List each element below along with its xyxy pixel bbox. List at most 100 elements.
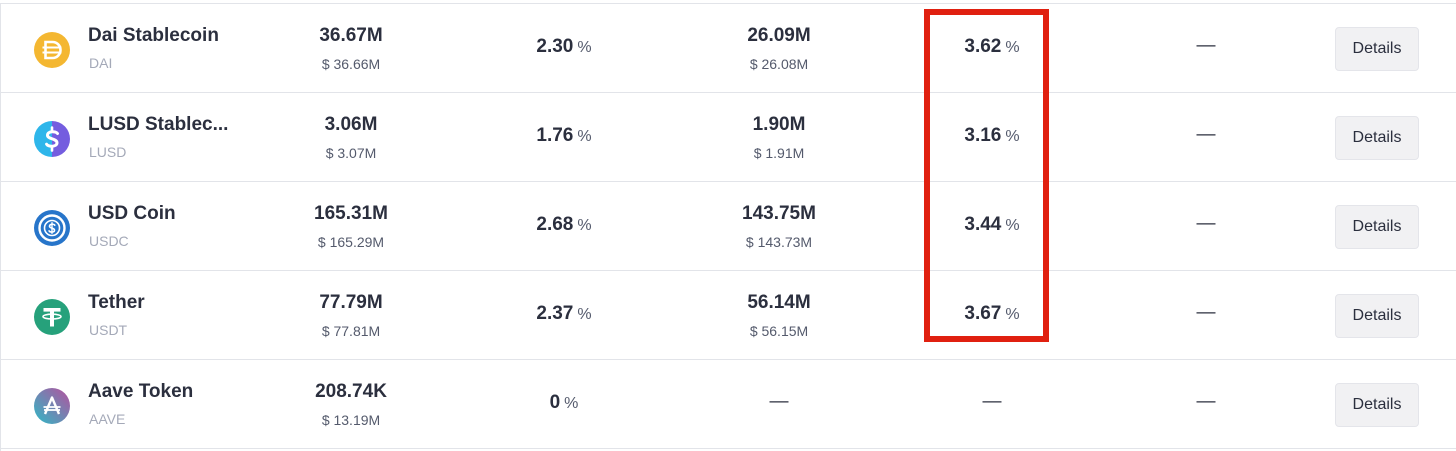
total-borrowed-cell: — (699, 360, 859, 449)
stable-apy: — (1196, 124, 1216, 145)
asset-symbol: AAVE (89, 411, 126, 427)
total-supplied-usd: $ 36.66M (321, 56, 381, 72)
total-borrowed-cell: 26.09M $ 26.08M (699, 4, 859, 93)
stable-apy-cell: — (1126, 4, 1286, 93)
percent-sign: % (1005, 306, 1020, 323)
percent-sign: % (1005, 39, 1020, 56)
borrow-apy-cell: — (912, 360, 1072, 449)
supply-apy-value: 0 (549, 392, 561, 413)
stable-apy-cell: — (1126, 93, 1286, 182)
total-borrowed: 26.09M (747, 25, 811, 46)
total-borrowed-cell: 1.90M $ 1.91M (699, 93, 859, 182)
total-supplied-cell: 165.31M $ 165.29M (271, 182, 431, 271)
borrow-apy-cell: 3.62% (912, 4, 1072, 93)
stable-apy: — (1196, 35, 1216, 56)
borrow-apy-cell: 3.44% (912, 182, 1072, 271)
supply-apy-cell: 2.37% (484, 271, 644, 360)
total-supplied-cell: 36.67M $ 36.66M (271, 4, 431, 93)
asset-name: Aave Token (88, 381, 194, 402)
stable-apy: — (1196, 213, 1216, 234)
borrow-apy-cell: 3.16% (912, 93, 1072, 182)
total-borrowed: 56.14M (747, 292, 811, 313)
aave-icon (34, 388, 70, 424)
total-borrowed-usd: $ 26.08M (749, 56, 809, 72)
asset-name: LUSD Stablec... (88, 114, 229, 135)
supply-apy-cell: 2.30% (484, 4, 644, 93)
borrow-apy-value: 3.67 (964, 303, 1002, 324)
total-borrowed-cell: 56.14M $ 56.15M (699, 271, 859, 360)
total-borrowed: — (769, 391, 789, 412)
total-supplied-usd: $ 165.29M (317, 234, 385, 250)
total-supplied: 3.06M (324, 114, 378, 135)
total-borrowed: 1.90M (752, 114, 806, 135)
total-borrowed-cell: 143.75M $ 143.73M (699, 182, 859, 271)
details-button[interactable]: Details (1335, 205, 1419, 249)
tether-icon (34, 299, 70, 335)
asset-symbol: USDC (89, 233, 129, 249)
stable-apy: — (1196, 302, 1216, 323)
total-borrowed: 143.75M (742, 203, 816, 224)
percent-sign: % (577, 39, 592, 56)
supply-apy: 1.76% (484, 125, 644, 147)
total-supplied: 77.79M (319, 292, 383, 313)
borrow-apy: 3.16% (912, 125, 1072, 147)
borrow-apy-value: 3.16 (964, 125, 1002, 146)
borrow-apy-value: 3.62 (964, 36, 1002, 57)
supply-apy-value: 1.76 (536, 125, 574, 146)
details-button[interactable]: Details (1335, 383, 1419, 427)
dai-icon (34, 32, 70, 68)
total-supplied-usd: $ 3.07M (325, 145, 377, 161)
supply-apy-cell: 1.76% (484, 93, 644, 182)
table-row[interactable]: LUSD Stablec... LUSD 3.06M $ 3.07M 1.76%… (0, 93, 1456, 182)
borrow-apy: 3.62% (912, 36, 1072, 58)
borrow-apy: 3.44% (912, 214, 1072, 236)
table-row[interactable]: Tether USDT 77.79M $ 77.81M 2.37% 56.14M… (0, 271, 1456, 360)
table-row[interactable]: Aave Token AAVE 208.74K $ 13.19M 0% — — … (0, 360, 1456, 449)
asset-symbol: USDT (89, 322, 128, 338)
supply-apy-value: 2.37 (536, 303, 574, 324)
total-supplied: 36.67M (319, 25, 383, 46)
percent-sign: % (577, 128, 592, 145)
total-supplied-usd: $ 13.19M (321, 412, 381, 428)
total-supplied: 208.74K (315, 381, 387, 402)
supply-apy-value: 2.68 (536, 214, 574, 235)
supply-apy-value: 2.30 (536, 36, 574, 57)
details-button[interactable]: Details (1335, 294, 1419, 338)
asset-name: Tether (88, 292, 145, 313)
lusd-icon (34, 121, 70, 157)
percent-sign: % (1005, 128, 1020, 145)
details-button[interactable]: Details (1335, 116, 1419, 160)
total-borrowed-usd: $ 56.15M (749, 323, 809, 339)
markets-table: Dai Stablecoin DAI 36.67M $ 36.66M 2.30%… (0, 0, 1456, 451)
percent-sign: % (577, 306, 592, 323)
total-supplied-cell: 77.79M $ 77.81M (271, 271, 431, 360)
total-borrowed-usd: $ 143.73M (745, 234, 813, 250)
table-row[interactable]: Dai Stablecoin DAI 36.67M $ 36.66M 2.30%… (0, 4, 1456, 93)
asset-name: Dai Stablecoin (88, 25, 219, 46)
percent-sign: % (1005, 217, 1020, 234)
stable-apy-cell: — (1126, 271, 1286, 360)
usdc-icon (34, 210, 70, 246)
stable-apy: — (1196, 391, 1216, 412)
borrow-apy: 3.67% (912, 303, 1072, 325)
percent-sign: % (564, 395, 579, 412)
table-row[interactable]: USD Coin USDC 165.31M $ 165.29M 2.68% 14… (0, 182, 1456, 271)
stable-apy-cell: — (1126, 182, 1286, 271)
stable-apy-cell: — (1126, 360, 1286, 449)
supply-apy: 2.68% (484, 214, 644, 236)
borrow-apy: — (982, 391, 1002, 412)
borrow-apy-cell: 3.67% (912, 271, 1072, 360)
total-supplied: 165.31M (314, 203, 388, 224)
supply-apy: 2.37% (484, 303, 644, 325)
total-supplied-usd: $ 77.81M (321, 323, 381, 339)
supply-apy: 0% (484, 392, 644, 414)
borrow-apy-value: 3.44 (964, 214, 1002, 235)
total-supplied-cell: 3.06M $ 3.07M (271, 93, 431, 182)
asset-symbol: DAI (89, 55, 113, 71)
details-button[interactable]: Details (1335, 27, 1419, 71)
percent-sign: % (577, 217, 592, 234)
total-supplied-cell: 208.74K $ 13.19M (271, 360, 431, 449)
supply-apy: 2.30% (484, 36, 644, 58)
supply-apy-cell: 2.68% (484, 182, 644, 271)
supply-apy-cell: 0% (484, 360, 644, 449)
